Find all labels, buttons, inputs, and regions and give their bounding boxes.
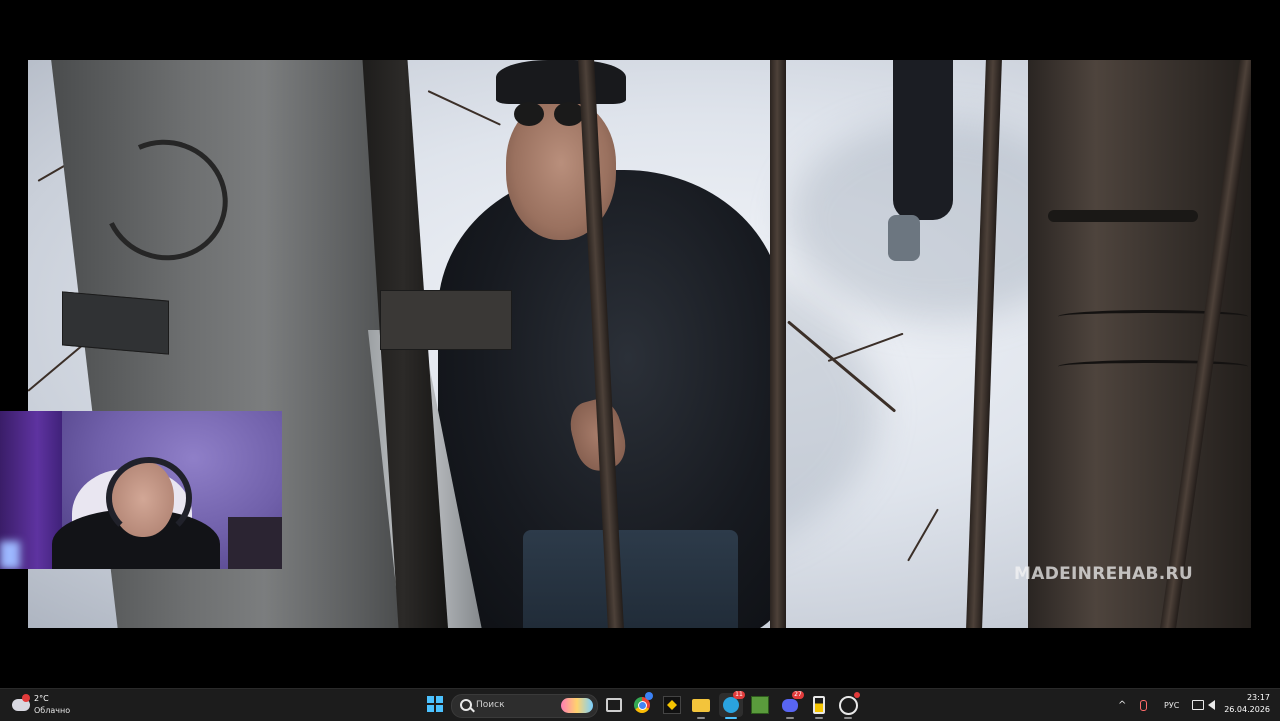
taskbar-app-telegram[interactable]: 11 <box>719 691 745 719</box>
folder-icon <box>692 698 710 712</box>
metal-plate <box>380 290 512 350</box>
taskbar-app-file-explorer[interactable] <box>689 693 713 719</box>
taskbar-app-yellow[interactable] <box>660 693 684 717</box>
start-button[interactable] <box>424 693 448 717</box>
telegram-icon <box>723 697 739 713</box>
weather-condition: Облачно <box>34 706 71 715</box>
weather-alert-badge <box>22 694 30 702</box>
battery-app-icon <box>813 696 825 714</box>
background-legs <box>893 60 953 220</box>
man-cap <box>496 60 626 104</box>
weather-temperature: 2°C <box>34 694 49 703</box>
video-watermark: MADEINREHAB.RU <box>1014 564 1193 584</box>
weather-widget[interactable]: 2°C Облачно <box>10 691 90 719</box>
headphones-icon <box>106 457 192 539</box>
network-icon <box>1192 700 1204 710</box>
clock-time: 23:17 <box>1246 693 1270 702</box>
background-boot <box>888 215 920 261</box>
volume-button[interactable] <box>1208 689 1215 721</box>
chrome-profile-badge <box>645 692 653 700</box>
obs-icon <box>838 695 858 715</box>
rusty-pipe <box>1028 60 1251 628</box>
obs-recording-badge <box>854 692 860 698</box>
tray-overflow-button[interactable]: ^ <box>1118 689 1126 721</box>
pipe-rod <box>1048 210 1198 222</box>
webcam-light <box>0 541 20 569</box>
app-running-indicator <box>815 717 823 719</box>
discord-icon <box>782 698 798 712</box>
windows-logo-square <box>436 705 443 712</box>
taskbar-search[interactable]: Поиск <box>451 694 598 718</box>
windows-logo-icon <box>427 696 434 703</box>
windows-logo-square <box>436 696 443 703</box>
chevron-up-icon: ^ <box>1118 699 1127 711</box>
sunglasses-left <box>514 102 544 126</box>
webcam-shelf <box>228 517 282 569</box>
taskbar-app-battery[interactable] <box>807 693 831 719</box>
windows-logo-square <box>427 705 434 712</box>
clock-date: 26.04.2026 <box>1224 705 1270 714</box>
tree-branch <box>427 90 501 126</box>
search-icon <box>460 699 472 711</box>
sunglasses-right <box>554 102 584 126</box>
app-yellow-icon <box>663 696 681 714</box>
search-placeholder: Поиск <box>476 700 505 710</box>
system-clock[interactable]: 23:17 26.04.2026 <box>1224 692 1270 716</box>
discord-unread-badge: 27 <box>792 691 804 699</box>
taskbar-app-chrome[interactable] <box>630 692 654 717</box>
search-highlight-icon <box>561 698 593 713</box>
iron-bar <box>770 60 786 628</box>
app-yellow-shape <box>667 700 677 710</box>
chrome-icon-center <box>637 700 647 710</box>
streamer-webcam <box>0 411 282 569</box>
microphone-icon <box>1140 699 1147 711</box>
app-running-indicator <box>786 717 794 719</box>
language-label: РУС <box>1164 700 1180 710</box>
language-indicator[interactable]: РУС <box>1164 689 1179 721</box>
taskbar-app-minecraft[interactable] <box>748 693 772 717</box>
metal-plate <box>62 291 169 355</box>
volume-icon <box>1208 700 1215 710</box>
task-view-icon <box>606 698 622 712</box>
windows-taskbar: 2°C Облачно Поиск 11 27 ^ РУС 23:17 26.0… <box>0 688 1280 721</box>
pipe-ring <box>1058 360 1248 373</box>
network-button[interactable] <box>1192 689 1204 721</box>
man-jeans <box>523 530 738 628</box>
taskbar-app-discord[interactable]: 27 <box>778 691 804 719</box>
tree-branch <box>907 508 939 562</box>
telegram-unread-badge: 11 <box>733 691 745 699</box>
app-running-indicator <box>697 717 705 719</box>
task-view-button[interactable] <box>602 693 626 717</box>
app-running-indicator <box>844 717 852 719</box>
taskbar-app-obs[interactable] <box>836 692 860 719</box>
minecraft-icon <box>751 696 769 714</box>
microphone-button[interactable] <box>1140 689 1147 721</box>
app-active-indicator <box>725 717 737 719</box>
